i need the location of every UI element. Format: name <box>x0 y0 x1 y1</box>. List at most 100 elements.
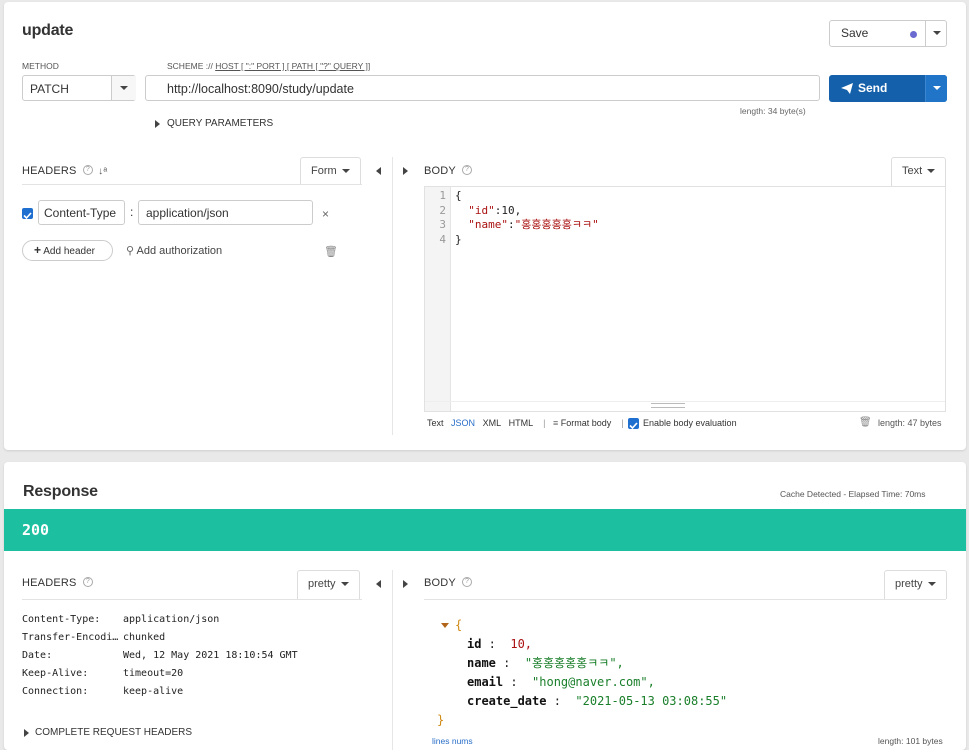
body-mode-value: Text <box>902 165 923 177</box>
chevron-down-icon <box>933 86 941 90</box>
format-text-link[interactable]: Text <box>427 418 444 428</box>
header-row: Connection: keep-alive <box>22 686 298 704</box>
help-icon[interactable]: ? <box>82 577 93 587</box>
trash-icon[interactable]: 🗑 <box>859 417 872 428</box>
json-value: "2021-05-13 03:08:55" <box>575 694 728 708</box>
header-row: Content-Type: application/json <box>22 614 298 632</box>
header-enabled-checkbox[interactable] <box>22 208 33 220</box>
json-value: "hong@naver.com", <box>532 675 655 689</box>
header-value-input[interactable]: application/json <box>138 200 313 225</box>
chevron-down-icon <box>120 86 128 104</box>
body-code[interactable]: { "id":10, "name":"홍홍홍홍홍ㅋㅋ"} <box>455 189 599 247</box>
collapse-right-icon[interactable] <box>403 580 408 588</box>
json-key: create_date <box>467 694 547 708</box>
help-icon[interactable]: ? <box>82 165 93 175</box>
save-button[interactable]: Save <box>830 21 925 46</box>
url-input[interactable]: http://localhost:8090/study/update <box>145 75 820 101</box>
json-value: "홍홍홍홍홍ㅋㅋ", <box>524 656 624 670</box>
json-close-brace: } <box>437 713 445 727</box>
help-icon[interactable]: ? <box>462 165 473 175</box>
add-header-button[interactable]: + Add header <box>22 240 113 261</box>
header-name-input[interactable]: Content-Type <box>38 200 125 225</box>
code-line: } <box>455 232 462 246</box>
remove-header-icon[interactable]: × <box>322 207 329 221</box>
chevron-down-icon <box>927 169 936 174</box>
collapse-left-icon[interactable] <box>376 580 381 588</box>
cache-info: Cache Detected - Elapsed Time: 70ms <box>780 489 926 499</box>
send-button-group: Send <box>829 75 947 102</box>
code-line: "id":10, <box>468 203 522 217</box>
response-panel: Response Cache Detected - Elapsed Time: … <box>4 462 966 750</box>
header-value: chunked <box>123 632 166 643</box>
header-name-value: Content-Type <box>44 206 117 220</box>
method-dropdown-toggle[interactable] <box>111 76 136 100</box>
headers-mode-select[interactable]: Form <box>300 157 361 184</box>
headers-heading: HEADERS ? ↓ᵃ <box>22 165 107 177</box>
format-json-link[interactable]: JSON <box>451 418 475 428</box>
collapse-right-icon[interactable] <box>403 167 408 175</box>
body-label: BODY <box>424 165 456 177</box>
method-label: METHOD <box>22 61 59 71</box>
json-key: id <box>467 637 482 651</box>
code-line: { <box>455 189 462 202</box>
status-bar: 200 <box>4 509 966 551</box>
format-body-label: Format body <box>560 418 612 428</box>
collapse-left-icon[interactable] <box>376 167 381 175</box>
body-length: length: 47 bytes <box>878 418 942 428</box>
chevron-down-icon <box>927 582 936 587</box>
line-number: 4 <box>439 232 446 246</box>
collapse-icon[interactable] <box>441 623 449 628</box>
header-row: Date: Wed, 12 May 2021 18:10:54 GMT <box>22 650 298 668</box>
url-value: http://localhost:8090/study/update <box>167 82 354 96</box>
status-code: 200 <box>22 521 50 539</box>
line-numbers: 1 2 3 4 <box>425 187 451 411</box>
format-xml-link[interactable]: XML <box>483 418 502 428</box>
headers-mode-value: Form <box>311 165 337 177</box>
header-row: Transfer-Encodi… chunked <box>22 632 298 650</box>
header-key: Transfer-Encodi… <box>22 632 119 643</box>
complete-request-headers-toggle[interactable]: COMPLETE REQUEST HEADERS <box>24 727 192 738</box>
line-number: 1 <box>439 189 446 202</box>
split-divider[interactable] <box>392 570 393 750</box>
save-dropdown-button[interactable] <box>925 21 947 46</box>
format-html-link[interactable]: HTML <box>509 418 534 428</box>
json-value: 10, <box>510 637 533 651</box>
check-icon <box>23 212 32 220</box>
lines-nums-toggle[interactable]: lines nums <box>432 736 473 746</box>
chevron-down-icon <box>933 31 941 49</box>
header-row: Keep-Alive: timeout=20 <box>22 668 298 686</box>
body-mode-select[interactable]: Text <box>891 157 947 186</box>
response-headers-divider <box>22 599 362 600</box>
response-headers-table: Content-Type: application/json Transfer-E… <box>22 614 298 704</box>
help-icon[interactable]: ? <box>462 577 473 587</box>
format-body-button[interactable]: ≡ Format body <box>553 418 611 428</box>
scheme-hint: SCHEME :// HOST [ ":" PORT ] [ PATH [ "?… <box>167 61 370 71</box>
line-number: 3 <box>439 218 446 231</box>
header-value: keep-alive <box>123 686 184 697</box>
editor-bottom-border <box>425 401 945 402</box>
header-key: Content-Type: <box>22 614 101 625</box>
headers-divider <box>22 184 362 185</box>
json-root: { <box>441 616 727 635</box>
method-select[interactable]: PATCH <box>22 75 136 101</box>
add-authorization-link[interactable]: ⚲ Add authorization <box>126 244 222 257</box>
add-header-label: Add header <box>43 246 95 257</box>
split-divider[interactable] <box>392 157 393 435</box>
trash-icon[interactable]: 🗑 <box>324 245 338 258</box>
header-value-value: application/json <box>146 206 229 220</box>
resize-handle[interactable] <box>651 403 685 408</box>
query-parameters-toggle[interactable]: QUERY PARAMETERS <box>153 118 273 129</box>
request-panel: update Save METHOD SCHEME :// HOST [ ":"… <box>4 2 966 450</box>
enable-body-evaluation-checkbox[interactable] <box>628 418 639 430</box>
sort-icon[interactable]: ↓ᵃ <box>98 166 107 177</box>
response-headers-label: HEADERS <box>22 577 77 589</box>
body-heading: BODY ? <box>424 165 473 177</box>
chevron-right-icon <box>24 729 29 737</box>
body-editor[interactable]: 1 2 3 4 { "id":10, "name":"홍홍홍홍홍ㅋㅋ"} <box>424 186 946 412</box>
paper-plane-icon <box>841 83 853 94</box>
response-headers-mode-select[interactable]: pretty <box>297 570 360 599</box>
send-dropdown-button[interactable] <box>925 75 947 102</box>
response-body-mode-select[interactable]: pretty <box>884 570 947 599</box>
send-button[interactable]: Send <box>829 75 924 102</box>
send-label: Send <box>858 81 888 95</box>
